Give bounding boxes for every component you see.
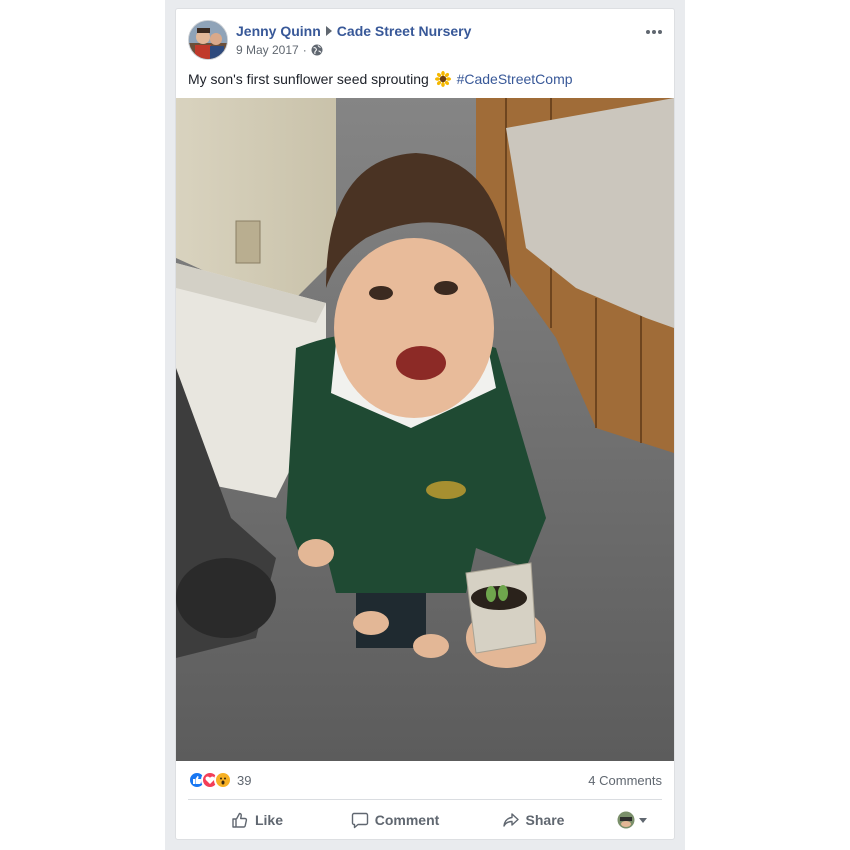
comment-label: Comment [374,812,440,828]
posted-in-arrow-icon [325,26,332,36]
comments-count[interactable]: 4 Comments [588,773,662,788]
share-button[interactable]: Share [464,805,602,835]
share-label: Share [525,812,565,828]
like-icon [232,812,248,828]
post-as-selector[interactable] [602,811,662,829]
like-label: Like [254,812,283,828]
profile-avatar-icon [617,811,635,829]
author-line: Jenny Quinn Cade Street Nursery [236,23,471,39]
action-divider [188,799,662,800]
author-avatar[interactable] [188,20,228,60]
post-caption: My son's first sunflower seed sprouting … [188,71,573,87]
share-icon [502,813,519,827]
more-options-icon[interactable] [644,24,664,40]
sunflower-emoji [434,71,451,87]
post-header: Jenny Quinn Cade Street Nursery 9 May 20… [188,20,664,62]
chevron-down-icon [639,817,647,823]
comment-icon [351,812,368,829]
reaction-summary[interactable]: 39 [188,771,251,789]
globe-icon[interactable] [311,44,323,56]
action-bar: Like Comment Share [188,805,662,835]
like-button[interactable]: Like [188,805,326,835]
post-meta: 9 May 2017 · [236,43,323,57]
post-card: Jenny Quinn Cade Street Nursery 9 May 20… [175,8,675,840]
caption-text: My son's first sunflower seed sprouting [188,71,429,87]
reaction-count[interactable]: 39 [237,773,251,788]
wow-reaction-icon [214,771,232,789]
date-separator: · [302,43,307,57]
author-name[interactable]: Jenny Quinn [236,23,321,39]
post-photo[interactable] [176,98,674,761]
group-name[interactable]: Cade Street Nursery [337,23,472,39]
hashtag-link[interactable]: #CadeStreetComp [457,71,573,87]
post-date[interactable]: 9 May 2017 [236,43,299,57]
comment-button[interactable]: Comment [326,805,464,835]
